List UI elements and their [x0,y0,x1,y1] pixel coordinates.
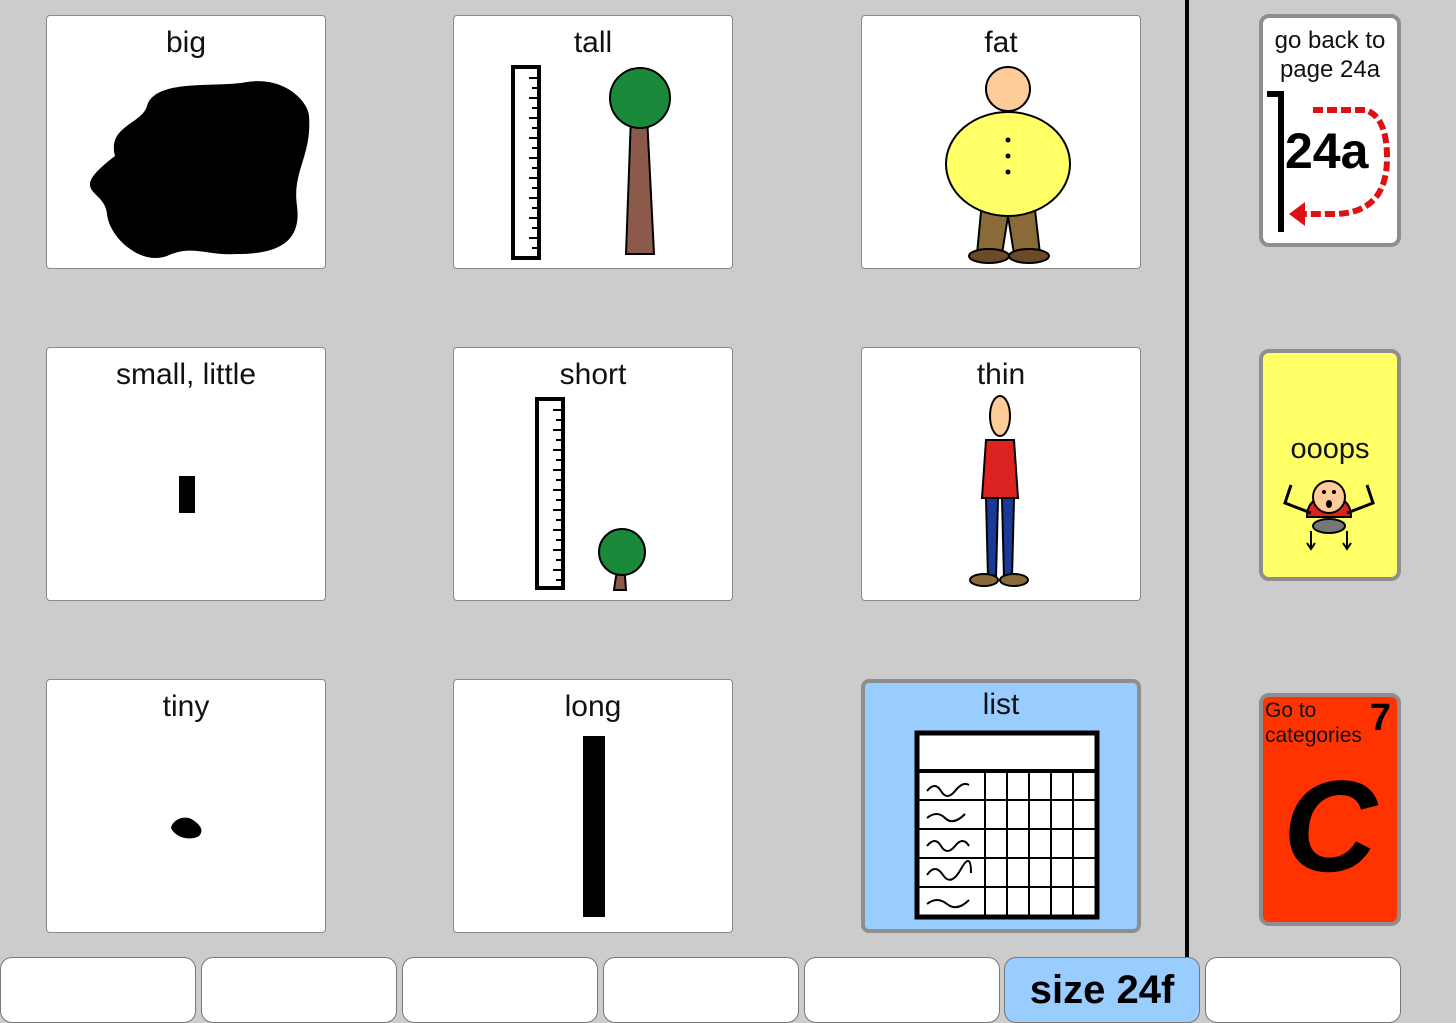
categories-number: 7 [1369,697,1391,739]
page-size-label: size 24f [1029,968,1175,1012]
tiny-dot-icon [171,817,202,839]
tall-ruler-tree-icon [511,65,671,260]
oops-button[interactable]: ooops [1259,349,1401,581]
bottom-slot-3[interactable] [402,957,598,1023]
bottom-slot-5[interactable] [804,957,1000,1023]
categories-letter-icon: C [1283,753,1377,899]
thin-person-icon [969,395,1029,587]
cell-thin[interactable]: thin [861,347,1141,601]
page-number: 24a [1285,123,1369,179]
categories-button[interactable]: Go to categories 7 C [1259,693,1401,926]
bottom-slot-page-size[interactable]: size 24f [1004,957,1200,1023]
vertical-divider [1185,0,1189,958]
go-back-button[interactable]: go back to page 24a 24a [1259,14,1401,247]
bottom-slot-1[interactable] [0,957,196,1023]
small-bar-icon [179,476,195,513]
bottom-slot-7[interactable] [1205,957,1401,1023]
cell-tall[interactable]: tall [453,15,733,269]
cell-fat[interactable]: fat [861,15,1141,269]
long-bar-icon [583,736,605,917]
big-blob-icon [89,81,310,258]
cell-tiny[interactable]: tiny [46,679,326,933]
cell-small-little[interactable]: small, little [46,347,326,601]
cell-short[interactable]: short [453,347,733,601]
oops-person-icon [1283,480,1375,551]
cell-big[interactable]: big [46,15,326,269]
short-ruler-tree-icon [535,397,646,591]
fat-person-icon [945,66,1071,264]
bottom-slot-4[interactable] [603,957,799,1023]
list-table-icon [914,730,1100,920]
bottom-slot-2[interactable] [201,957,397,1023]
cell-list[interactable]: list [861,679,1141,933]
cell-long[interactable]: long [453,679,733,933]
